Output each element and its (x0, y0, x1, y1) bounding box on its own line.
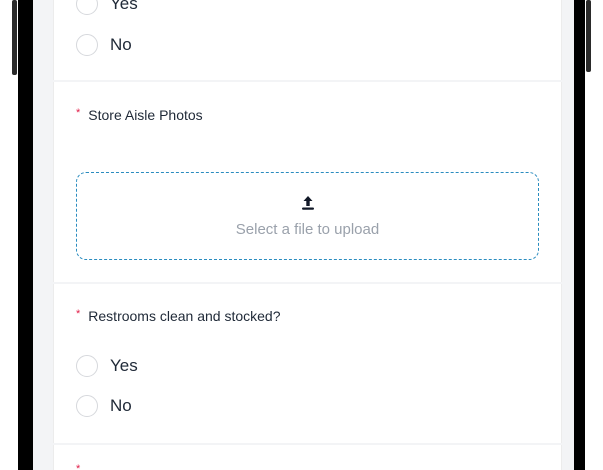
question-card-store-aisle-photos: * Store Aisle Photos Select a file to up… (53, 82, 562, 282)
radio-label: Yes (110, 0, 138, 13)
radio-label: Yes (110, 356, 138, 375)
phone-side-button-left (12, 0, 17, 75)
radio-button[interactable] (76, 395, 98, 417)
upload-arrow-icon (300, 195, 316, 211)
radio-option-yes-previous[interactable]: Yes (76, 0, 138, 18)
question-label: Restrooms clean and stocked? (88, 308, 281, 324)
required-indicator: * (76, 107, 81, 119)
radio-label: No (110, 396, 132, 415)
radio-option-no[interactable]: No (76, 392, 132, 420)
question-title: * Store Aisle Photos (76, 107, 203, 123)
question-title: * Restrooms clean and stocked? (76, 308, 281, 324)
radio-button[interactable] (76, 355, 98, 377)
question-card-previous: Yes No (53, 0, 562, 80)
radio-button[interactable] (76, 0, 98, 15)
radio-label: No (110, 35, 132, 54)
question-label: Store Aisle Photos (88, 107, 203, 123)
file-upload-dropzone[interactable]: Select a file to upload (76, 172, 539, 260)
question-card-next: * (53, 445, 562, 470)
radio-option-no-previous[interactable]: No (76, 31, 132, 59)
form-screen[interactable]: Yes No * Store Aisle Photos Select a fil… (33, 0, 574, 470)
radio-option-yes[interactable]: Yes (76, 352, 138, 380)
question-title: * (76, 463, 88, 470)
required-indicator: * (76, 463, 81, 470)
upload-placeholder-text: Select a file to upload (235, 220, 380, 238)
phone-side-button-right (586, 0, 591, 72)
question-card-restrooms: * Restrooms clean and stocked? Yes No (53, 284, 562, 443)
radio-button[interactable] (76, 34, 98, 56)
required-indicator: * (76, 308, 81, 320)
